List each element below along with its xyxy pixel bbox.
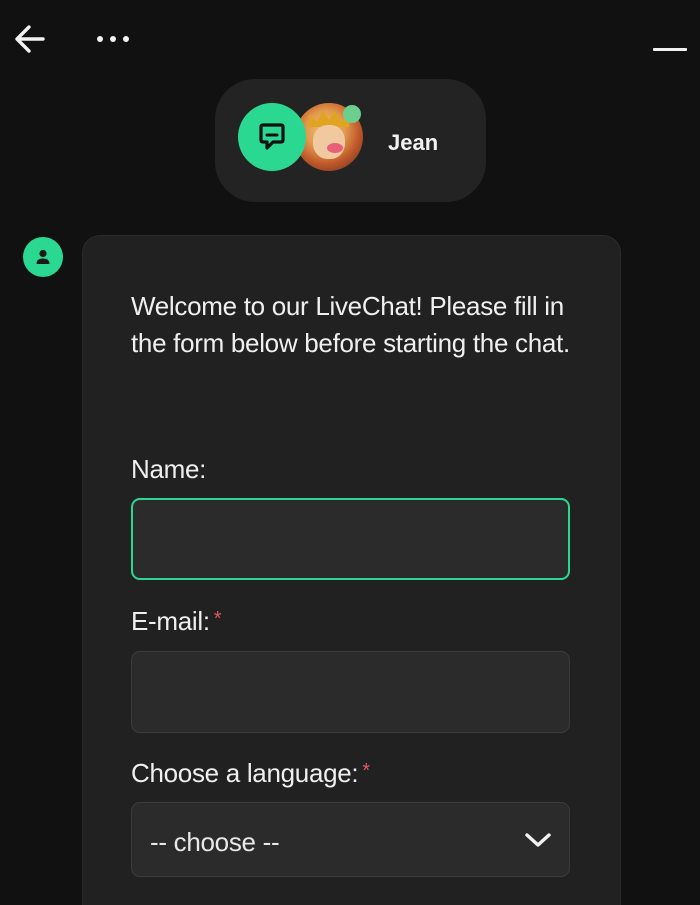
email-field[interactable]: [131, 651, 570, 733]
minimize-icon: [653, 48, 687, 51]
more-dots-icon: [97, 36, 103, 42]
welcome-message: Welcome to our LiveChat! Please fill in …: [131, 291, 570, 358]
user-icon: [36, 249, 50, 264]
more-dot: [110, 36, 116, 42]
more-options-button[interactable]: [88, 24, 138, 54]
required-marker: *: [362, 760, 370, 782]
language-select-value: -- choose --: [150, 827, 280, 857]
chevron-down-icon: [525, 833, 551, 847]
agent-header: Jean: [215, 79, 486, 202]
avatar-cheek: [327, 143, 343, 153]
back-button[interactable]: [10, 20, 50, 58]
name-label-text: Name:: [131, 454, 207, 484]
livechat-window: Jean Welcome to our LiveChat! Please fil…: [0, 0, 700, 905]
agent-name: Jean: [388, 130, 439, 155]
name-label: Name:: [131, 454, 206, 485]
email-label: E-mail: *: [131, 606, 222, 637]
name-field[interactable]: [131, 498, 570, 580]
language-label: Choose a language: *: [131, 758, 370, 789]
avatar-face: [313, 125, 345, 159]
minimize-button[interactable]: [650, 32, 690, 62]
chat-logo: [238, 103, 306, 171]
more-dot: [123, 36, 129, 42]
language-select[interactable]: -- choose --: [131, 802, 570, 877]
chat-bubble-icon: [259, 123, 285, 150]
online-status-dot: [343, 105, 361, 123]
bot-avatar: [23, 237, 63, 277]
language-label-text: Choose a language:: [131, 758, 359, 788]
email-label-text: E-mail:: [131, 606, 210, 636]
prechat-form: Welcome to our LiveChat! Please fill in …: [82, 235, 621, 905]
required-marker: *: [213, 608, 222, 630]
back-arrow-icon: [15, 25, 45, 53]
